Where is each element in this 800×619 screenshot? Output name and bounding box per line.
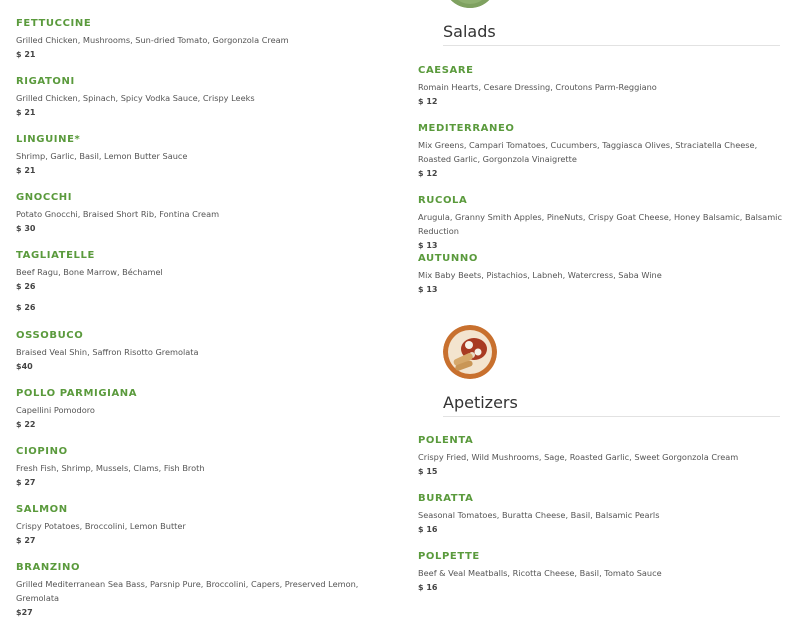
menu-item: SALMON Crispy Potatoes, Broccolini, Lemo… xyxy=(16,503,396,547)
menu-item: CAESARE Romain Hearts, Cesare Dressing, … xyxy=(418,64,788,108)
section-divider xyxy=(443,416,780,417)
section-divider xyxy=(443,45,780,46)
item-name: CAESARE xyxy=(418,65,474,76)
item-price: $ 21 xyxy=(16,166,36,175)
item-price: $ 13 xyxy=(418,241,438,250)
item-price: $ 26 xyxy=(16,303,36,312)
item-price: $27 xyxy=(16,608,33,617)
menu-item: POLLO PARMIGIANA Capellini Pomodoro $ 22 xyxy=(16,387,396,431)
menu-item: MEDITERRANEO Mix Greens, Campari Tomatoe… xyxy=(418,122,788,180)
menu-item: OSSOBUCO Braised Veal Shin, Saffron Riso… xyxy=(16,329,396,373)
salads-appetizers-column: Salads CAESARE Romain Hearts, Cesare Dre… xyxy=(418,0,788,600)
item-name: RUCOLA xyxy=(418,195,468,206)
item-price: $ 21 xyxy=(16,50,36,59)
menu-item: AUTUNNO Mix Baby Beets, Pistachios, Labn… xyxy=(418,252,788,296)
item-description: Mix Baby Beets, Pistachios, Labneh, Wate… xyxy=(418,270,662,280)
menu-item: POLENTA Crispy Fried, Wild Mushrooms, Sa… xyxy=(418,434,788,478)
item-description: Mix Greens, Campari Tomatoes, Cucumbers,… xyxy=(418,140,758,164)
item-description: Grilled Chicken, Spinach, Spicy Vodka Sa… xyxy=(16,93,255,103)
item-description: Crispy Fried, Wild Mushrooms, Sage, Roas… xyxy=(418,452,739,462)
item-description: Braised Veal Shin, Saffron Risotto Gremo… xyxy=(16,347,199,357)
item-description: Arugula, Granny Smith Apples, PineNuts, … xyxy=(418,212,782,236)
item-price: $ 12 xyxy=(418,169,438,178)
menu-item: LINGUINE* Shrimp, Garlic, Basil, Lemon B… xyxy=(16,133,396,177)
item-name: CIOPINO xyxy=(16,446,68,457)
menu-item: BURATTA Seasonal Tomatoes, Buratta Chees… xyxy=(418,492,788,536)
item-name: MEDITERRANEO xyxy=(418,123,515,134)
item-description: Crispy Potatoes, Broccolini, Lemon Butte… xyxy=(16,521,186,531)
item-name: TAGLIATELLE xyxy=(16,250,95,261)
item-price: $ 26 xyxy=(16,282,36,291)
item-description: Romain Hearts, Cesare Dressing, Croutons… xyxy=(418,82,657,92)
item-description: Grilled Chicken, Mushrooms, Sun-dried To… xyxy=(16,35,289,45)
item-description: Shrimp, Garlic, Basil, Lemon Butter Sauc… xyxy=(16,151,188,161)
item-price: $ 16 xyxy=(418,525,438,534)
item-name: LINGUINE* xyxy=(16,134,81,145)
item-description: Beef Ragu, Bone Marrow, Béchamel xyxy=(16,267,163,277)
item-price: $ 30 xyxy=(16,224,36,233)
item-name: BURATTA xyxy=(418,493,474,504)
item-price: $ 27 xyxy=(16,478,36,487)
menu-item: CIOPINO Fresh Fish, Shrimp, Mussels, Cla… xyxy=(16,445,396,489)
item-price: $ 15 xyxy=(418,467,438,476)
appetizers-image xyxy=(443,325,497,379)
item-description: Potato Gnocchi, Braised Short Rib, Fonti… xyxy=(16,209,220,219)
item-price: $ 22 xyxy=(16,420,36,429)
item-price: $ 21 xyxy=(16,108,36,117)
menu-item: BRANZINO Grilled Mediterranean Sea Bass,… xyxy=(16,561,396,619)
item-name: SALMON xyxy=(16,504,68,515)
item-price: $ 16 xyxy=(418,583,438,592)
item-price: $ 27 xyxy=(16,536,36,545)
menu-item: RUCOLA Arugula, Granny Smith Apples, Pin… xyxy=(418,194,788,252)
item-price: $ 12 xyxy=(418,97,438,106)
item-description: Seasonal Tomatoes, Buratta Cheese, Basil… xyxy=(418,510,660,520)
section-title: Salads xyxy=(443,22,496,41)
menu-item: POLPETTE Beef & Veal Meatballs, Ricotta … xyxy=(418,550,788,594)
item-description: Capellini Pomodoro xyxy=(16,405,95,415)
item-name: POLENTA xyxy=(418,435,474,446)
item-description: Fresh Fish, Shrimp, Mussels, Clams, Fish… xyxy=(16,463,205,473)
item-name: AUTUNNO xyxy=(418,253,478,264)
menu-item: FETTUCCINE Grilled Chicken, Mushrooms, S… xyxy=(16,17,396,61)
item-name: BRANZINO xyxy=(16,562,81,573)
item-name: GNOCCHI xyxy=(16,192,73,203)
item-name: OSSOBUCO xyxy=(16,330,84,341)
item-description: Beef & Veal Meatballs, Ricotta Cheese, B… xyxy=(418,568,662,578)
item-name: POLPETTE xyxy=(418,551,480,562)
item-price: $ 13 xyxy=(418,285,438,294)
item-name: FETTUCCINE xyxy=(16,18,92,29)
section-title: Apetizers xyxy=(443,393,518,412)
salads-image xyxy=(443,0,497,8)
item-name: POLLO PARMIGIANA xyxy=(16,388,138,399)
item-name: RIGATONI xyxy=(16,76,75,87)
item-price: $40 xyxy=(16,362,33,371)
menu-item: GNOCCHI Potato Gnocchi, Braised Short Ri… xyxy=(16,191,396,235)
item-description: Grilled Mediterranean Sea Bass, Parsnip … xyxy=(16,579,359,603)
menu-item: TAGLIATELLE Beef Ragu, Bone Marrow, Béch… xyxy=(16,249,396,293)
menu-item: RIGATONI Grilled Chicken, Spinach, Spicy… xyxy=(16,75,396,119)
